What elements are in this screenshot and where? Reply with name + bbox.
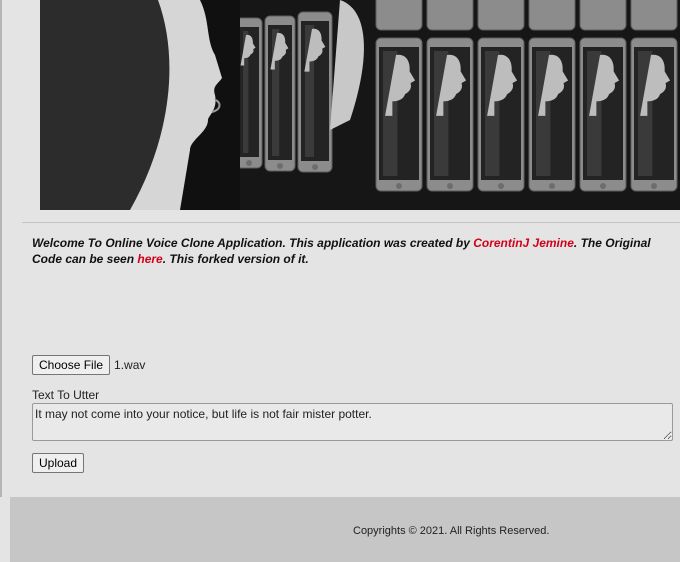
phone-top-5: [477, 0, 525, 31]
intro-text-1: Welcome To Online Voice Clone Applicatio…: [32, 236, 474, 250]
phone-4-home-button: [447, 183, 453, 189]
upload-button[interactable]: Upload: [32, 453, 85, 473]
selected-file-name: 1.wav: [114, 358, 146, 372]
phone-5-home-button: [498, 183, 504, 189]
phone-top-7: [579, 0, 627, 31]
phone-8-home-button: [651, 183, 657, 189]
reflection-face: [330, 0, 364, 130]
hero-banner-image: [40, 0, 680, 210]
phone-top-8: [630, 0, 678, 31]
hero-illustration: [40, 0, 678, 210]
author-link[interactable]: CorentinJ Jemine: [473, 236, 574, 250]
phone-6-home-button: [549, 183, 555, 189]
intro-text-3: . This forked version of it.: [162, 252, 309, 266]
phone-top-6: [528, 0, 576, 31]
phone-7-home-button: [600, 183, 606, 189]
page: Welcome To Online Voice Clone Applicatio…: [0, 0, 680, 562]
phone-1-home-button: [277, 163, 283, 169]
phone-2-home-button: [312, 164, 318, 170]
footer: Copyrights © 2021. All Rights Reserved.: [10, 497, 680, 562]
original-code-link[interactable]: here: [137, 252, 162, 266]
phone-top-3: [375, 0, 423, 31]
copyright-text: Copyrights © 2021. All Rights Reserved.: [353, 525, 550, 537]
choose-file-button[interactable]: Choose File: [32, 355, 111, 375]
phone-top-4: [426, 0, 474, 31]
intro-paragraph: Welcome To Online Voice Clone Applicatio…: [32, 235, 662, 267]
divider: [22, 222, 680, 223]
phone-0-home-button: [246, 160, 252, 166]
file-input: Choose File 1.wav: [32, 355, 145, 375]
text-to-utter-label: Text To Utter: [32, 388, 100, 402]
text-to-utter-input[interactable]: It may not come into your notice, but li…: [32, 403, 673, 441]
left-rail: [0, 0, 2, 497]
phone-3-home-button: [396, 183, 402, 189]
